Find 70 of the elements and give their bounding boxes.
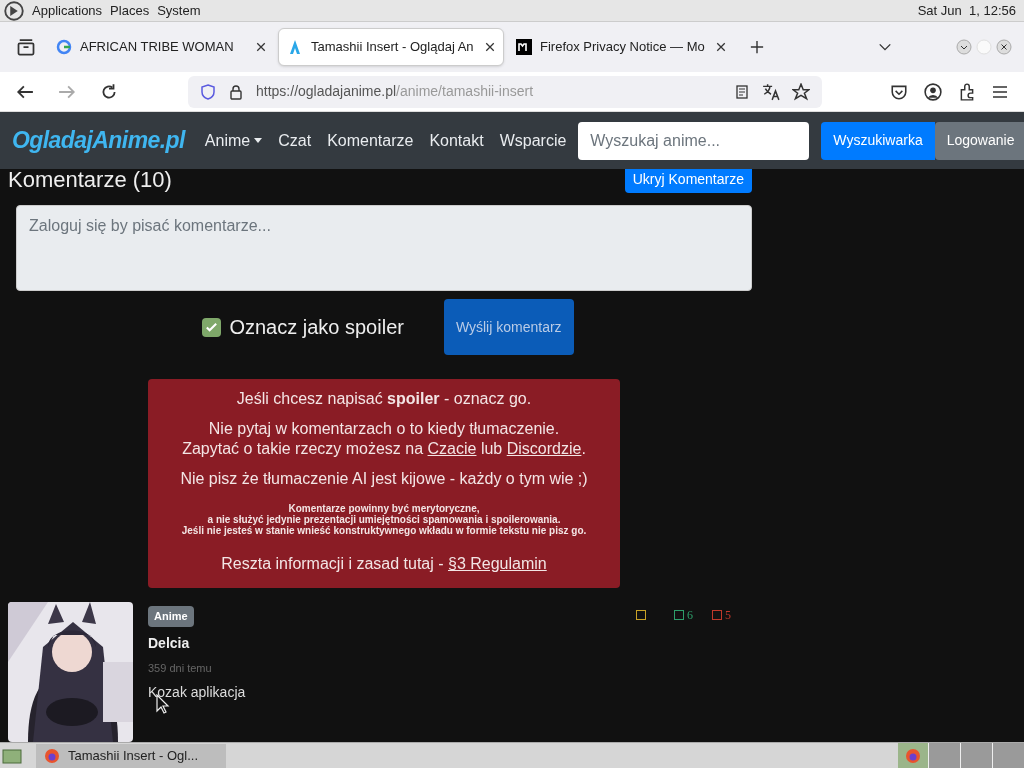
comment-text: Kozak aplikacja [148, 683, 246, 702]
comment-field[interactable]: Zaloguj się by pisać komentarze... [16, 205, 752, 291]
nav-link[interactable]: Kontakt [421, 128, 492, 153]
reader-view-icon[interactable] [734, 83, 750, 100]
reaction-count: 5 [725, 607, 731, 624]
notice-text: Reszta informacji i zasad tutaj - §3 Regulamin [220, 554, 548, 574]
browser-tab[interactable]: Tamashii Insert - Oglądaj An [278, 28, 504, 66]
notice-text: Nie pytaj w komentarzach o to kiedy tłumaczenie. [207, 419, 561, 438]
notice-small-text: Komentarze powinny być merytoryczne, a nie służyć jedynie prezentacji umiejętności spamowania i spoilerowania. Jeśli nie jesteś w stanie wnieść konstruktywnego wkładu w formie tekstu nie pisz go. [180, 503, 588, 536]
m-logo-icon [516, 39, 532, 55]
google-g-icon [56, 39, 72, 55]
close-icon[interactable] [996, 39, 1012, 55]
hide-comments-button[interactable]: Ukryj Komentarze [624, 169, 752, 193]
workspace-button[interactable] [898, 742, 928, 768]
top-menu-item[interactable]: Places [110, 0, 150, 21]
account-icon[interactable] [924, 82, 942, 101]
browser-tab[interactable]: Firefox Privacy Notice — Mo [508, 28, 734, 66]
lock-icon[interactable] [228, 83, 244, 100]
search-field[interactable]: Wyszukaj anime... [578, 121, 810, 160]
clock: Sat Jun 1, 12:56 [917, 1, 1017, 20]
extensions-icon[interactable] [958, 82, 976, 101]
firefox-icon [44, 747, 60, 764]
author-name: Delcia [148, 633, 190, 653]
reaction-count: 6 [687, 607, 693, 624]
tab-overview-icon[interactable] [16, 37, 36, 57]
close-icon[interactable] [485, 42, 495, 52]
site-logo[interactable]: OgladajAnime.pl [12, 123, 185, 158]
reaction-icon[interactable] [712, 610, 722, 620]
checkbox-box[interactable] [202, 317, 222, 337]
top-menu-item[interactable]: Applications [32, 0, 103, 21]
login-button[interactable]: Logowanie [934, 121, 1024, 160]
notice-text: Nie pisz że tłumaczenie AI jest kijowe - każdy o tym wie ;) [179, 469, 589, 489]
translate-icon[interactable] [762, 82, 780, 101]
address-bar[interactable]: https://ogladajanime.pl/anime/tamashii-insert [188, 75, 822, 108]
nav-link[interactable]: Komentarze [319, 128, 422, 153]
tab-title: Firefox Privacy Notice — Mo [540, 38, 706, 57]
shield-icon[interactable] [200, 83, 216, 100]
site-favicon-icon [287, 39, 303, 55]
category-badge: Anime [148, 606, 194, 627]
notice-text: Zapytać o takie rzeczy możesz na Czacie lub Discordzie. [181, 439, 587, 459]
submit-comment-button[interactable]: Wyślij komentarz [443, 299, 574, 355]
search-button[interactable]: Wyszukiwarka [821, 121, 935, 160]
close-icon[interactable] [256, 42, 266, 52]
menu-icon[interactable] [992, 83, 1008, 100]
comment-time: 359 dni temu [148, 660, 212, 676]
discord-link[interactable]: Discordzie [506, 440, 582, 457]
nav-link[interactable]: Czat [270, 128, 320, 153]
browser-tab[interactable]: AFRICAN TRIBE WOMAN [48, 28, 274, 66]
firefox-icon [905, 747, 921, 764]
close-icon[interactable] [716, 42, 726, 52]
notice-text: Jeśli chcesz napisać spoiler - oznacz go. [235, 389, 533, 409]
nav-link[interactable]: Anime [196, 128, 271, 153]
top-menu-item[interactable]: System [157, 0, 201, 21]
taskbar-window-button[interactable]: Tamashii Insert - Ogl... [36, 743, 226, 768]
url-text: https://ogladajanime.pl/anime/tamashii-insert [256, 82, 535, 101]
reload-icon[interactable] [100, 82, 118, 101]
tab-title: Tamashii Insert - Oglądaj An [311, 38, 475, 57]
new-tab-icon[interactable] [750, 40, 764, 54]
show-desktop-icon[interactable] [2, 746, 22, 765]
nav-link[interactable]: Wsparcie [491, 128, 575, 153]
spoiler-checkbox[interactable]: Oznacz jako spoiler [202, 312, 404, 342]
section-heading: Komentarze (10) [8, 169, 172, 194]
tab-title: AFRICAN TRIBE WOMAN [80, 38, 235, 57]
minimize-icon[interactable] [956, 39, 972, 55]
reaction-icon[interactable] [636, 610, 646, 620]
rules-link[interactable]: §3 Regulamin [448, 555, 547, 572]
chat-link[interactable]: Czacie [427, 440, 477, 457]
star-icon[interactable] [792, 82, 810, 101]
reaction-icon[interactable] [674, 610, 684, 620]
distro-logo-icon[interactable] [4, 0, 24, 21]
